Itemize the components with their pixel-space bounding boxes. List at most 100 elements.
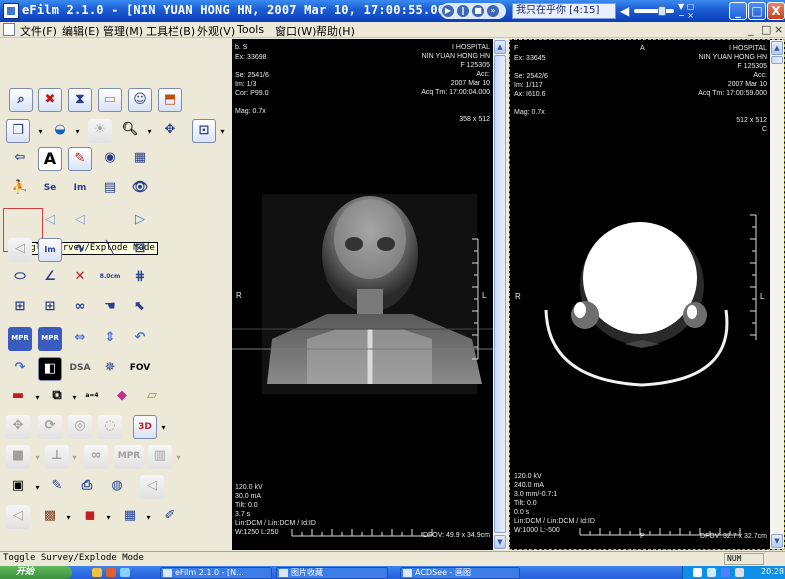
mdi-restore-button[interactable]: □ [761, 23, 771, 36]
menu-window[interactable]: 窗口(W) [275, 23, 316, 39]
prev-frame-icon[interactable]: ◁ [140, 475, 164, 499]
study-search-icon[interactable]: ⌕ [9, 88, 33, 112]
film-layout-dropdown-icon[interactable]: ▾ [35, 483, 40, 492]
threed-dropdown-icon[interactable]: ▾ [161, 423, 166, 432]
menu-manage[interactable]: 管理(M) [103, 23, 143, 39]
split-screen-icon[interactable]: ⊞ [8, 296, 32, 320]
line-tool-icon[interactable]: ╲ [98, 238, 122, 262]
threed-icon[interactable]: 3D [133, 415, 157, 439]
pan-icon[interactable]: ✥ [158, 119, 182, 143]
hand-sync-icon[interactable]: ☚ [98, 296, 122, 320]
taskbar-item-pictures[interactable]: 图片收藏 [276, 567, 388, 579]
crop-icon[interactable]: ⧉ [45, 385, 69, 409]
open-file-icon[interactable]: ▱ [140, 385, 164, 409]
taskbar-item-acdsee[interactable]: ACDSee - 画图 [400, 567, 520, 579]
previous-arrow-icon[interactable]: ⇦ [8, 147, 32, 171]
first-image-icon[interactable]: ◁ [8, 238, 32, 262]
tray-network-icon[interactable] [693, 568, 702, 577]
player-pause-icon[interactable]: ∥ [457, 5, 469, 17]
brightness-icon[interactable]: ☀ [88, 119, 112, 143]
document-icon[interactable] [3, 23, 15, 36]
layout-icon[interactable]: ❐ [6, 119, 30, 143]
network-icon[interactable]: ▦ [118, 505, 142, 529]
rotate-icon[interactable]: ⟳ [38, 415, 62, 439]
dsa-icon[interactable]: DSA [66, 357, 94, 381]
scroll-thumb[interactable] [771, 56, 783, 64]
scroll-thumb[interactable] [494, 55, 506, 533]
quicklaunch-desktop-icon[interactable] [120, 568, 130, 577]
menu-help[interactable]: 帮助(H) [316, 23, 355, 39]
eye-view-icon[interactable]: 👁︎ [128, 177, 152, 201]
image-icon[interactable]: Im [68, 177, 92, 201]
eye-overlay-icon[interactable]: ◎ [68, 415, 92, 439]
tray-ime-icon[interactable] [721, 568, 730, 577]
scroll-up-arrow[interactable]: ▲ [771, 41, 783, 55]
hourglass-icon[interactable]: ⧗ [68, 88, 92, 112]
menu-view[interactable]: 外观(V) [197, 23, 235, 39]
scroll-down-arrow[interactable]: ▼ [494, 535, 506, 549]
zoom-region-icon[interactable]: ⊡ [192, 119, 216, 143]
start-button[interactable]: 开始 [0, 566, 72, 579]
flip-horizontal-icon[interactable]: ⇔ [68, 327, 92, 351]
cursor-select-icon[interactable]: ⬉ [128, 296, 152, 320]
series-icon[interactable]: Se [38, 177, 62, 201]
invert-icon[interactable]: ◧ [38, 357, 62, 381]
flip-vertical-icon[interactable]: ⇕ [98, 327, 122, 351]
record-icon[interactable]: ◼ [78, 505, 102, 529]
magnify-icon[interactable]: 🔍︎ [118, 119, 142, 143]
grid-overlay-icon[interactable]: ⋕ [128, 266, 152, 290]
next-series-icon[interactable]: ▷ [128, 209, 152, 233]
cine-icon[interactable]: ◉ [98, 147, 122, 171]
send-icon[interactable]: ▩ [38, 505, 62, 529]
mdi-close-button[interactable]: × [774, 23, 783, 36]
target-icon[interactable]: ◌ [98, 415, 122, 439]
delete-icon[interactable]: ✖ [38, 88, 62, 112]
color-map-icon[interactable]: ▬ [6, 385, 30, 409]
menu-toolbars[interactable]: 工具栏(B) [146, 23, 195, 39]
text-annotation-icon[interactable]: A [38, 147, 62, 171]
taskbar-item-efilm[interactable]: eFilm 2.1.0 - [N... [160, 567, 272, 579]
image-stack-icon[interactable]: Im [38, 238, 62, 262]
cine-back-icon[interactable]: ◁ [6, 505, 30, 529]
scroll-up-arrow[interactable]: ▲ [494, 40, 506, 54]
open-folder-icon[interactable]: ▭ [98, 88, 122, 112]
minimize-button[interactable]: _ [729, 2, 747, 20]
calibrate-icon[interactable]: 8.0cm [98, 266, 122, 290]
right-viewport-scrollbar[interactable]: ▲ ▼ [770, 40, 784, 549]
print-icon[interactable]: ⎙ [75, 475, 99, 499]
mpr-cross-icon[interactable]: MPR [38, 327, 62, 351]
split-screen-alt-icon[interactable]: ⊞ [38, 296, 62, 320]
record-dropdown-icon[interactable]: ▾ [106, 513, 111, 522]
efilm-app-icon[interactable] [3, 3, 19, 19]
burn-cd-icon[interactable]: ◍ [105, 475, 129, 499]
undo-icon[interactable]: ↶ [128, 327, 152, 351]
crop-dropdown-icon[interactable]: ▾ [72, 393, 77, 402]
curve-tool-icon[interactable]: ∿ [68, 238, 92, 262]
edit-annotation-icon[interactable]: ✎ [68, 147, 92, 171]
player-mini-controls[interactable]: ▼ ▢ − × [678, 2, 694, 20]
tile-grid-icon[interactable]: ▦ [128, 147, 152, 171]
link-series-icon[interactable]: ∞ [68, 296, 92, 320]
tray-volume-icon[interactable] [707, 568, 716, 577]
close-button[interactable]: X [767, 2, 785, 20]
zoom-region-dropdown-icon[interactable]: ▾ [220, 127, 225, 136]
ellipse-roi-icon[interactable]: ⬭ [8, 266, 32, 290]
menu-edit[interactable]: 编辑(E) [62, 23, 100, 39]
menu-file[interactable]: 文件(F) [20, 23, 57, 39]
report-icon[interactable]: ▤ [98, 177, 122, 201]
annotate-icon[interactable]: ✐ [158, 505, 182, 529]
redo-icon[interactable]: ↷ [8, 357, 32, 381]
fov-icon[interactable]: FOV [128, 357, 152, 381]
player-next-icon[interactable]: » [487, 5, 499, 17]
mdi-minimize-button[interactable]: _ [748, 23, 754, 36]
quicklaunch-ie-icon[interactable] [92, 568, 102, 577]
window-level-dropdown-icon[interactable]: ▾ [75, 127, 80, 136]
network-dropdown-icon[interactable]: ▾ [146, 513, 151, 522]
volume-slider-knob[interactable] [658, 6, 666, 16]
image-viewport-left[interactable]: b. S Ex: 33698 Se: 2541/6 Im: 1/3 Cor: P… [232, 39, 507, 550]
color-map-dropdown-icon[interactable]: ▾ [35, 393, 40, 402]
quarter-view-icon[interactable]: a=4 [80, 385, 104, 409]
add-color-icon[interactable]: ◆ [110, 385, 134, 409]
prev-image-icon[interactable]: ◁ [68, 209, 92, 233]
player-play-icon[interactable]: ▶ [442, 5, 454, 17]
